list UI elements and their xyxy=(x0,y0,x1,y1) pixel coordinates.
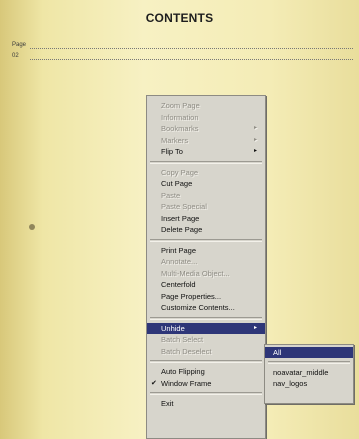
menu-item-paste-special[interactable]: Paste Special xyxy=(147,201,265,213)
toc-page-label: Page xyxy=(12,42,27,48)
menu-item-exit[interactable]: Exit xyxy=(147,398,265,410)
menu-item-information[interactable]: Information xyxy=(147,112,265,124)
menu-separator xyxy=(150,316,262,320)
menu-item-customize-contents[interactable]: Customize Contents... xyxy=(147,302,265,314)
menu-separator xyxy=(150,392,262,395)
submenu-arrow-icon: ▸ xyxy=(253,148,257,154)
menu-item-insert-page[interactable]: Insert Page xyxy=(147,213,265,225)
menu-item-paste[interactable]: Paste xyxy=(147,190,265,202)
page-title: CONTENTS xyxy=(145,11,214,25)
menu-item-flip-to[interactable]: Flip To ▸ xyxy=(147,146,265,158)
menu-separator xyxy=(150,238,262,242)
menu-item-window-frame[interactable]: ✔ Window Frame xyxy=(147,378,265,390)
unhide-submenu: All noavatar_middle nav_logos xyxy=(264,344,354,404)
menu-item-markers[interactable]: Markers ▸ xyxy=(147,135,265,147)
menu-item-print-page[interactable]: Print Page xyxy=(147,245,265,257)
menu-item-zoom-page[interactable]: Zoom Page xyxy=(147,100,265,112)
menu-separator xyxy=(268,361,350,364)
menu-item-batch-select[interactable]: Batch Select xyxy=(147,334,265,346)
menu-item-auto-flipping[interactable]: Auto Flipping xyxy=(147,366,265,378)
submenu-item-noavatar-middle[interactable]: noavatar_middle xyxy=(265,367,353,378)
page-context-menu: Zoom Page Information Bookmarks ▸ Markers… xyxy=(146,95,266,439)
menu-item-page-properties[interactable]: Page Properties... xyxy=(147,291,265,303)
toc-page-number: 02 xyxy=(12,53,19,59)
menu-item-centerfold[interactable]: Centerfold xyxy=(147,279,265,291)
menu-item-unhide[interactable]: Unhide ▸ xyxy=(147,322,265,334)
submenu-item-all[interactable]: All xyxy=(265,347,353,358)
submenu-arrow-icon: ▸ xyxy=(253,136,257,143)
checkmark-icon: ✔ xyxy=(151,379,157,387)
submenu-arrow-icon: ▸ xyxy=(253,125,257,131)
paper-spot xyxy=(29,224,35,230)
menu-item-copy-page[interactable]: Copy Page xyxy=(147,167,265,179)
menu-item-delete-page[interactable]: Delete Page xyxy=(147,224,265,236)
submenu-arrow-icon: ▸ xyxy=(253,324,257,331)
toc-dotted-leader xyxy=(30,48,353,49)
menu-item-batch-deselect[interactable]: Batch Deselect xyxy=(147,346,265,358)
toc-dotted-leader xyxy=(30,59,353,60)
menu-separator xyxy=(150,160,262,164)
menu-separator xyxy=(150,360,262,363)
submenu-item-nav-logos[interactable]: nav_logos xyxy=(265,378,353,389)
menu-item-annotate[interactable]: Annotate... xyxy=(147,256,265,268)
menu-item-cut-page[interactable]: Cut Page xyxy=(147,178,265,190)
menu-item-bookmarks[interactable]: Bookmarks ▸ xyxy=(147,123,265,135)
menu-item-multimedia-object[interactable]: Multi-Media Object... xyxy=(147,268,265,280)
